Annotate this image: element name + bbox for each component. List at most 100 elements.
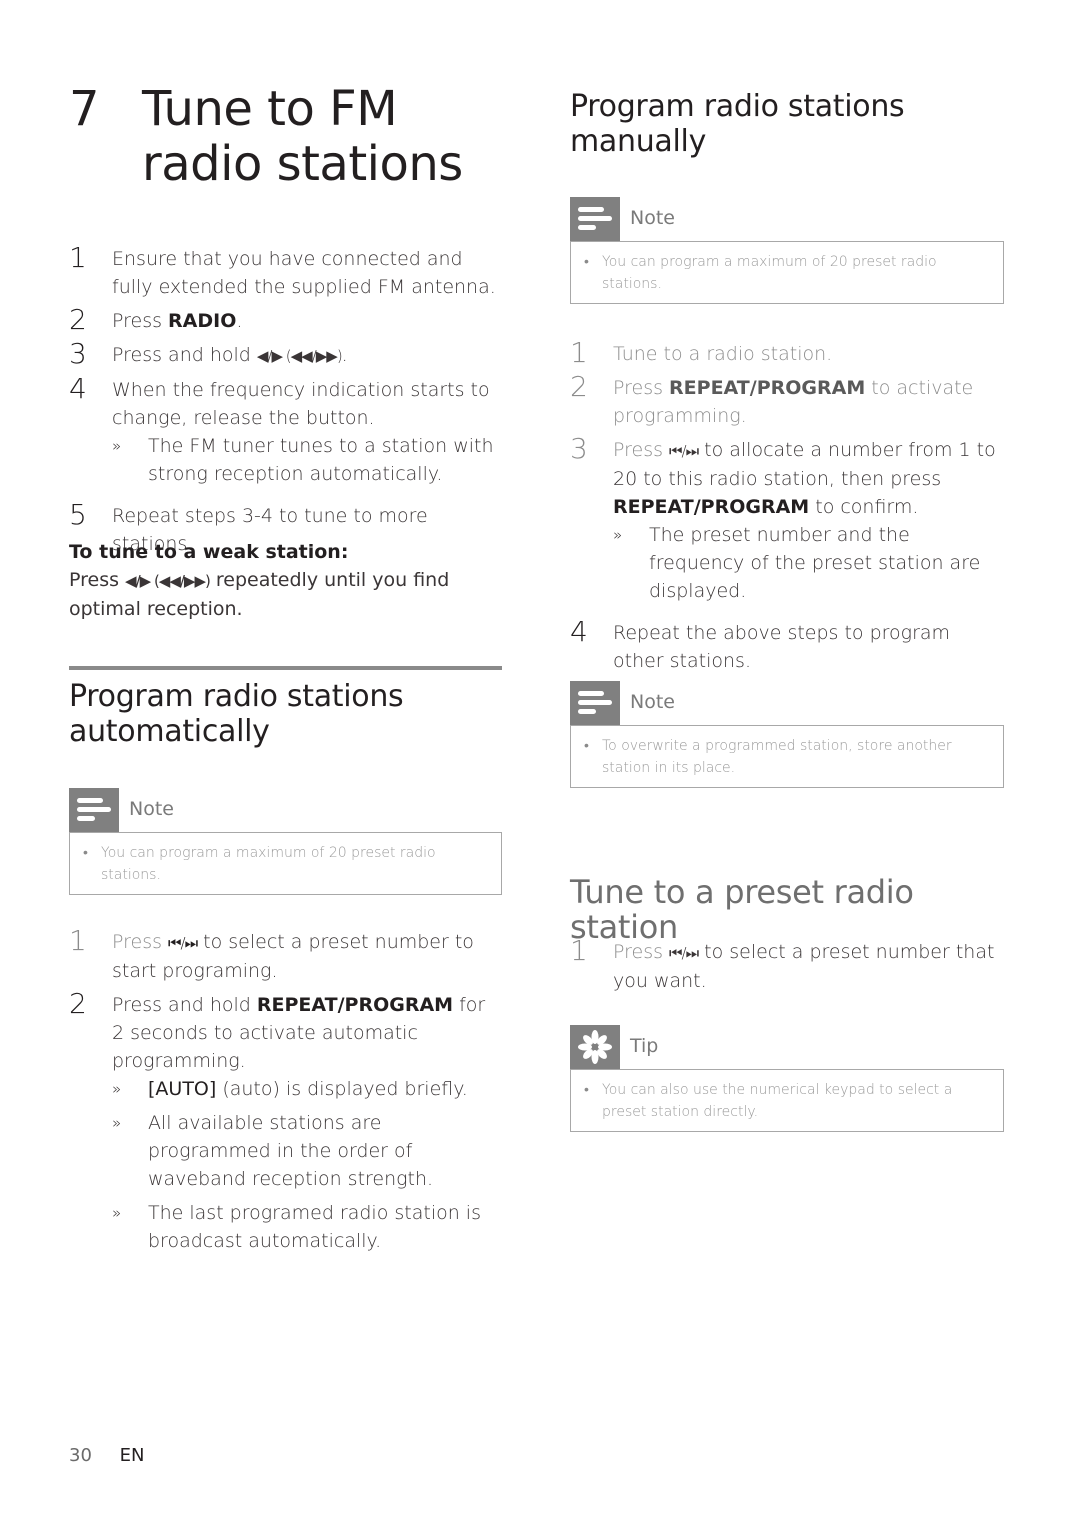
section-divider bbox=[69, 666, 502, 670]
manual-steps: 1 Tune to a radio station. 2 Press REPEA… bbox=[570, 336, 1004, 675]
tip-label: Tip bbox=[630, 1035, 659, 1057]
note-text: You can program a maximum of 20 preset r… bbox=[101, 845, 436, 883]
step-text: Press bbox=[613, 941, 670, 963]
bullet: • bbox=[584, 738, 589, 754]
prev-next-icon: ⏮/⏭ bbox=[669, 442, 699, 460]
step-text: . bbox=[341, 344, 348, 366]
step-item: 2 Press REPEAT/PROGRAM to activate progr… bbox=[570, 370, 1004, 430]
note-label: Note bbox=[129, 798, 174, 820]
result-text: The preset number and the frequency of t… bbox=[649, 524, 981, 602]
weak-station-text: Press ◀/▶ (◀◀/▶▶) repeatedly until you f… bbox=[69, 566, 502, 623]
note-icon bbox=[570, 197, 620, 241]
text: Press bbox=[69, 569, 126, 591]
repeat-program-label: REPEAT/PROGRAM bbox=[256, 994, 454, 1016]
tune-steps: 1 Ensure that you have connected and ful… bbox=[69, 241, 502, 558]
note-box: Note • You can program a maximum of 20 p… bbox=[69, 788, 502, 895]
section-title-manual: Program radio stations manually bbox=[570, 89, 905, 159]
seek-icon: ◀/▶ (◀◀/▶▶) bbox=[125, 572, 211, 590]
tip-icon bbox=[570, 1025, 620, 1069]
note-body: • To overwrite a programmed station, sto… bbox=[570, 725, 1004, 788]
weak-station-block: To tune to a weak station: Press ◀/▶ (◀◀… bbox=[69, 538, 502, 623]
step-number: 3 bbox=[69, 337, 87, 370]
chapter-title-text: Tune to FM radio stations bbox=[142, 81, 463, 192]
step-number: 1 bbox=[69, 924, 87, 957]
step-item: 3 Press ⏮/⏭ to allocate a number from 1 … bbox=[570, 432, 1004, 605]
step-text: Press bbox=[613, 439, 670, 461]
step-item: 2 Press and hold REPEAT/PROGRAM for 2 se… bbox=[69, 987, 502, 1255]
result-text: The last programed radio station is broa… bbox=[148, 1202, 481, 1252]
result-text: All available stations are programmed in… bbox=[148, 1112, 434, 1190]
repeat-program-label: REPEAT/PROGRAM bbox=[613, 496, 810, 518]
seek-icon: ◀/▶ (◀◀/▶▶) bbox=[256, 347, 343, 365]
step-text: Repeat the above steps to program other … bbox=[613, 622, 951, 672]
result-marker: » bbox=[112, 1114, 122, 1132]
step-result: » The preset number and the frequency of… bbox=[613, 521, 1004, 605]
note-box: Note • To overwrite a programmed station… bbox=[570, 681, 1004, 788]
step-number: 1 bbox=[570, 336, 588, 369]
note-label: Note bbox=[630, 207, 675, 229]
bullet: • bbox=[584, 254, 589, 270]
note-body: • You can program a maximum of 20 preset… bbox=[570, 241, 1004, 304]
chapter-number: 7 bbox=[69, 81, 100, 137]
language-code: EN bbox=[119, 1445, 145, 1466]
step-item: 3 Press and hold ◀/▶ (◀◀/▶▶). bbox=[69, 337, 502, 370]
step-item: 1 Press ⏮/⏭ to select a preset number to… bbox=[69, 924, 502, 985]
page-number: 30 bbox=[69, 1445, 92, 1466]
step-result: » The FM tuner tunes to a station with s… bbox=[112, 432, 502, 488]
result-text: The FM tuner tunes to a station with str… bbox=[148, 435, 494, 485]
step-item: 1 Ensure that you have connected and ful… bbox=[69, 241, 502, 301]
step-number: 4 bbox=[69, 372, 87, 405]
prev-next-icon: ⏮/⏭ bbox=[168, 934, 198, 952]
section-title-preset: Tune to a preset radio station bbox=[570, 873, 914, 946]
result-marker: » bbox=[112, 1080, 122, 1098]
step-text: Press and hold bbox=[112, 994, 257, 1016]
note-icon bbox=[570, 681, 620, 725]
step-text: When the frequency indication starts to … bbox=[112, 379, 490, 429]
result-marker: » bbox=[613, 526, 623, 544]
step-text: Press bbox=[112, 931, 169, 953]
auto-steps: 1 Press ⏮/⏭ to select a preset number to… bbox=[69, 924, 502, 1255]
step-item: 1 Press ⏮/⏭ to select a preset number th… bbox=[570, 934, 1004, 995]
radio-button-label: RADIO bbox=[168, 310, 237, 332]
step-item: 4 Repeat the above steps to program othe… bbox=[570, 615, 1004, 675]
step-number: 5 bbox=[69, 498, 87, 531]
step-number: 2 bbox=[69, 303, 87, 336]
step-number: 3 bbox=[570, 432, 588, 465]
step-number: 2 bbox=[69, 987, 87, 1020]
note-text: To overwrite a programmed station, store… bbox=[602, 738, 952, 776]
step-text: Press bbox=[112, 310, 169, 332]
note-icon bbox=[69, 788, 119, 832]
result-marker: » bbox=[112, 1204, 122, 1222]
prev-next-icon: ⏮/⏭ bbox=[669, 944, 699, 962]
weak-station-heading: To tune to a weak station: bbox=[69, 541, 349, 563]
auto-label: [AUTO] bbox=[148, 1078, 217, 1100]
step-text: Ensure that you have connected and fully… bbox=[112, 248, 496, 298]
step-text: Tune to a radio station. bbox=[613, 343, 833, 365]
preset-steps: 1 Press ⏮/⏭ to select a preset number th… bbox=[570, 934, 1004, 995]
step-result: » The last programed radio station is br… bbox=[112, 1199, 502, 1255]
step-number: 2 bbox=[570, 370, 588, 403]
note-text: You can program a maximum of 20 preset r… bbox=[602, 254, 937, 292]
note-box: Note • You can program a maximum of 20 p… bbox=[570, 197, 1004, 304]
tip-box: Tip • You can also use the numerical key… bbox=[570, 1025, 1004, 1132]
step-text: Press bbox=[613, 377, 670, 399]
step-item: 1 Tune to a radio station. bbox=[570, 336, 1004, 369]
step-number: 4 bbox=[570, 615, 588, 648]
note-label: Note bbox=[630, 691, 675, 713]
note-body: • You can program a maximum of 20 preset… bbox=[69, 832, 502, 895]
bullet: • bbox=[83, 845, 88, 861]
step-result: » All available stations are programmed … bbox=[112, 1109, 502, 1193]
step-text: Press and hold bbox=[112, 344, 257, 366]
step-item: 2 Press RADIO. bbox=[69, 303, 502, 336]
step-item: 4 When the frequency indication starts t… bbox=[69, 372, 502, 488]
step-text: . bbox=[236, 310, 243, 332]
step-text: to confirm. bbox=[809, 496, 919, 518]
result-marker: » bbox=[112, 437, 122, 455]
result-text: (auto) is displayed briefly. bbox=[216, 1078, 468, 1100]
section-title-auto: Program radio stations automatically bbox=[69, 679, 404, 749]
step-number: 1 bbox=[570, 934, 588, 967]
tip-text: You can also use the numerical keypad to… bbox=[602, 1082, 953, 1120]
step-number: 1 bbox=[69, 241, 87, 274]
step-result: » [AUTO] (auto) is displayed briefly. bbox=[112, 1075, 502, 1103]
page-footer: 30 EN bbox=[69, 1445, 144, 1466]
